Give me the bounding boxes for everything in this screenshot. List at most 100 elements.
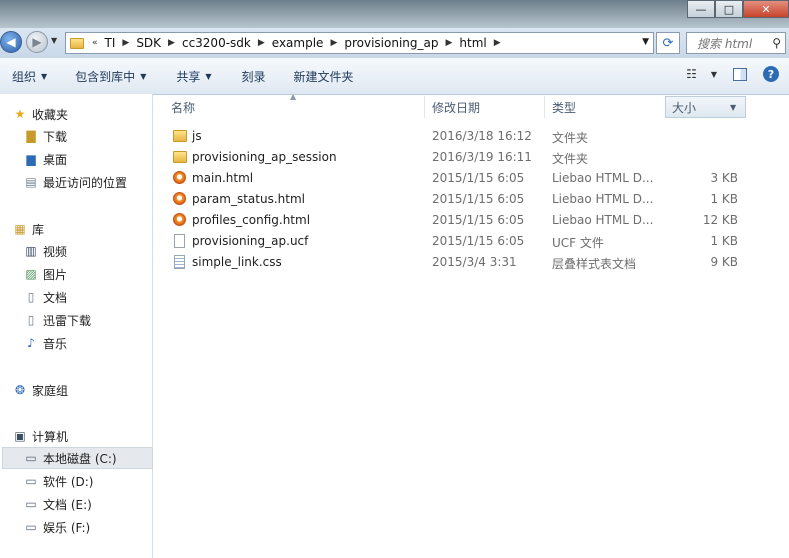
- column-header-date[interactable]: 修改日期: [432, 96, 542, 118]
- file-row[interactable]: js 2016/3/18 16:12 文件夹: [167, 126, 787, 147]
- sidebar-item-label: 下载: [43, 129, 68, 144]
- sidebar-item-label: 家庭组: [32, 383, 69, 398]
- sidebar-item-label: 娱乐 (F:): [43, 520, 91, 535]
- file-row[interactable]: main.html 2015/1/15 6:05 Liebao HTML D..…: [167, 168, 787, 189]
- sidebar-item-label: 视频: [43, 244, 68, 259]
- chevron-down-icon: ▼: [51, 36, 58, 45]
- drive-icon: ▭: [25, 474, 37, 488]
- breadcrumb-item[interactable]: example: [272, 36, 324, 50]
- search-input[interactable]: [695, 34, 771, 54]
- pictures-icon: ▨: [25, 267, 37, 281]
- column-header-size[interactable]: 大小 ▼: [665, 96, 746, 118]
- breadcrumb-item[interactable]: provisioning_ap: [344, 36, 438, 50]
- chevron-down-icon: ▼: [642, 37, 649, 47]
- change-view-button[interactable]: ☷ ▼: [686, 67, 717, 81]
- column-divider[interactable]: [424, 96, 425, 118]
- share-button[interactable]: 共享 ▼: [176, 68, 211, 85]
- blank-file-icon: [174, 234, 185, 248]
- star-icon: ★: [14, 107, 26, 121]
- back-button[interactable]: ◀: [0, 31, 22, 53]
- file-date: 2015/1/15 6:05: [432, 213, 525, 227]
- new-folder-button[interactable]: 新建文件夹: [294, 68, 354, 85]
- file-type: Liebao HTML D...: [552, 213, 654, 227]
- library-icon: ▦: [14, 222, 26, 236]
- file-name: main.html: [192, 171, 254, 185]
- chevron-down-icon: ▼: [41, 71, 48, 81]
- desktop-icon: ▆: [26, 152, 36, 166]
- system-drive-icon: ▭: [25, 451, 37, 465]
- sidebar-item-favorites[interactable]: ★ 收藏夹: [13, 103, 164, 125]
- column-header-label: 类型: [552, 100, 577, 115]
- breadcrumb-item[interactable]: SDK: [136, 36, 161, 50]
- sidebar-item-label: 桌面: [43, 152, 68, 167]
- file-size: 12 KB: [702, 213, 738, 227]
- minimize-button[interactable]: —: [687, 0, 715, 18]
- html-file-icon: [173, 213, 186, 226]
- breadcrumb: « TI ▶ SDK ▶ cc3200-sdk ▶ example ▶ provisio…: [90, 36, 508, 50]
- column-header-type[interactable]: 类型: [552, 96, 662, 118]
- sidebar-item-label: 计算机: [32, 429, 69, 444]
- sidebar-item-label: 迅雷下载: [43, 313, 92, 328]
- forward-button[interactable]: ▶: [26, 31, 48, 53]
- burn-label: 刻录: [241, 69, 266, 84]
- sidebar-item-label: 图片: [43, 267, 68, 282]
- chevron-right-icon[interactable]: ▶: [445, 38, 452, 48]
- file-type: UCF 文件: [552, 236, 604, 250]
- command-bar: 组织 ▼ 包含到库中 ▼ 共享 ▼ 刻录 新建文件夹 ☷ ▼ ?: [0, 58, 789, 95]
- chevron-down-icon[interactable]: ▼: [730, 103, 736, 112]
- sidebar-item-computer[interactable]: ▣ 计算机: [13, 425, 164, 447]
- refresh-icon: ⟳: [662, 35, 674, 51]
- preview-pane-icon[interactable]: [733, 67, 747, 81]
- file-row[interactable]: provisioning_ap_session 2016/3/19 16:11 …: [167, 147, 787, 168]
- column-divider[interactable]: [544, 96, 545, 118]
- address-history-dropdown[interactable]: ▼: [642, 37, 649, 47]
- arrow-left-icon: ◀: [6, 35, 16, 49]
- maximize-button[interactable]: □: [715, 0, 743, 18]
- search-box[interactable]: ⚲: [686, 32, 786, 54]
- folder-icon: [70, 37, 84, 49]
- file-row[interactable]: simple_link.css 2015/3/4 3:31 层叠样式表文档 9 …: [167, 252, 787, 273]
- column-header-name[interactable]: 名称: [171, 96, 421, 118]
- chevron-right-icon[interactable]: ▶: [330, 38, 337, 48]
- file-name: profiles_config.html: [192, 213, 311, 227]
- sidebar-item-homegroup[interactable]: ❂ 家庭组: [13, 379, 164, 401]
- file-row[interactable]: provisioning_ap.ucf 2015/1/15 6:05 UCF 文…: [167, 231, 787, 252]
- column-header-label: 大小: [672, 100, 697, 115]
- chevron-down-icon: ▼: [205, 71, 212, 81]
- search-icon[interactable]: ⚲: [772, 36, 781, 50]
- file-date: 2016/3/18 16:12: [432, 129, 532, 143]
- breadcrumb-item[interactable]: cc3200-sdk: [182, 36, 251, 50]
- sidebar-item-libraries[interactable]: ▦ 库: [13, 218, 164, 240]
- sidebar-item-drive-c[interactable]: ▭ 本地磁盘 (C:): [2, 447, 153, 469]
- view-list-icon: ☷: [686, 67, 697, 81]
- sidebar-item-label: 音乐: [43, 336, 68, 351]
- close-button[interactable]: ✕: [743, 0, 789, 18]
- chevron-right-icon[interactable]: ▶: [494, 38, 501, 48]
- html-file-icon: [173, 171, 186, 184]
- title-bar: — □ ✕: [0, 0, 789, 28]
- file-date: 2016/3/19 16:11: [432, 150, 532, 164]
- file-size: 1 KB: [710, 192, 738, 206]
- chevron-right-icon[interactable]: ▶: [168, 38, 175, 48]
- chevron-right-icon[interactable]: ▶: [258, 38, 265, 48]
- file-type: Liebao HTML D...: [552, 192, 654, 206]
- file-date: 2015/1/15 6:05: [432, 234, 525, 248]
- window-controls: — □ ✕: [687, 0, 789, 18]
- breadcrumb-item[interactable]: TI: [105, 36, 116, 50]
- breadcrumb-item[interactable]: html: [459, 36, 486, 50]
- sidebar-item-label: 文档 (E:): [43, 497, 92, 512]
- help-icon[interactable]: ?: [763, 66, 779, 82]
- recent-pages-dropdown[interactable]: ▼: [51, 36, 57, 45]
- download-folder-icon: ▯: [27, 313, 35, 327]
- video-icon: ▥: [25, 244, 37, 258]
- organize-button[interactable]: 组织 ▼: [12, 68, 47, 85]
- include-in-library-button[interactable]: 包含到库中 ▼: [75, 68, 146, 85]
- file-row[interactable]: param_status.html 2015/1/15 6:05 Liebao …: [167, 189, 787, 210]
- breadcrumb-overflow[interactable]: «: [92, 38, 98, 48]
- sidebar-item-label: 软件 (D:): [43, 474, 94, 489]
- file-row[interactable]: profiles_config.html 2015/1/15 6:05 Lieb…: [167, 210, 787, 231]
- chevron-right-icon[interactable]: ▶: [122, 38, 129, 48]
- burn-button[interactable]: 刻录: [242, 68, 266, 85]
- address-box[interactable]: « TI ▶ SDK ▶ cc3200-sdk ▶ example ▶ provisio…: [65, 32, 654, 54]
- refresh-button[interactable]: ⟳: [656, 32, 680, 54]
